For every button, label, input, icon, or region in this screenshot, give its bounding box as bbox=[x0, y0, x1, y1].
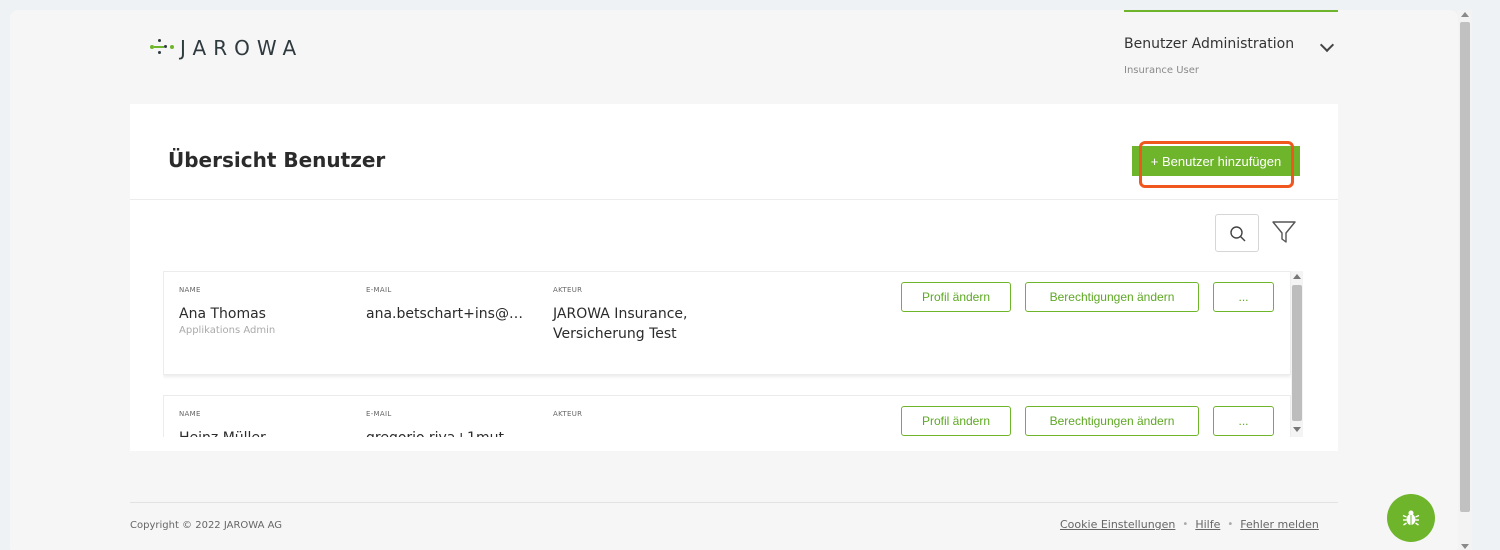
search-button[interactable] bbox=[1215, 214, 1259, 252]
scroll-down-icon[interactable] bbox=[1293, 427, 1301, 432]
scroll-up-icon[interactable] bbox=[1461, 12, 1469, 17]
help-link[interactable]: Hilfe bbox=[1195, 518, 1220, 531]
user-row: NAME Heinz Müller E-MAIL gregorio.riva+1… bbox=[163, 395, 1291, 437]
edit-profile-button[interactable]: Profil ändern bbox=[901, 282, 1011, 312]
chevron-down-icon[interactable] bbox=[1319, 37, 1335, 53]
list-scrollbar[interactable] bbox=[1291, 271, 1303, 437]
page-title: Übersicht Benutzer bbox=[168, 148, 386, 172]
scrollbar-thumb[interactable] bbox=[1292, 285, 1302, 421]
email-label: E-MAIL bbox=[366, 286, 392, 294]
filter-button[interactable] bbox=[1270, 218, 1298, 248]
user-row: NAME Ana Thomas Applikations Admin E-MAI… bbox=[163, 271, 1291, 375]
edit-permissions-button[interactable]: Berechtigungen ändern bbox=[1025, 282, 1199, 312]
scroll-down-icon[interactable] bbox=[1461, 544, 1469, 549]
user-actor: JAROWA Insurance, Versicherung Test bbox=[553, 306, 688, 342]
logo-text: JAROWA bbox=[180, 36, 304, 60]
edit-permissions-button[interactable]: Berechtigungen ändern bbox=[1025, 406, 1199, 436]
name-label: NAME bbox=[179, 286, 201, 294]
logo-mark-icon bbox=[150, 37, 176, 59]
copyright: Copyright © 2022 JAROWA AG bbox=[130, 520, 283, 531]
bug-icon bbox=[1402, 510, 1420, 526]
user-name: Ana Thomas bbox=[179, 306, 266, 322]
users-card: Übersicht Benutzer + Benutzer hinzufügen… bbox=[130, 104, 1338, 451]
card-header: Übersicht Benutzer + Benutzer hinzufügen bbox=[130, 104, 1338, 200]
report-error-link[interactable]: Fehler melden bbox=[1240, 518, 1319, 531]
user-role: Insurance User bbox=[1124, 65, 1200, 76]
user-email: ana.betschart+ins@j... bbox=[366, 306, 526, 322]
footer-links: Cookie Einstellungen • Hilfe • Fehler me… bbox=[1060, 518, 1319, 531]
user-menu[interactable]: Benutzer Administration Insurance User bbox=[1124, 10, 1338, 80]
email-label: E-MAIL bbox=[366, 410, 392, 418]
filter-icon bbox=[1272, 221, 1296, 243]
actor-label: AKTEUR bbox=[553, 286, 583, 294]
footer-separator: • bbox=[1227, 519, 1234, 530]
edit-profile-button[interactable]: Profil ändern bbox=[901, 406, 1011, 436]
user-role-text: Applikations Admin bbox=[179, 325, 276, 336]
bug-report-button[interactable] bbox=[1387, 494, 1435, 542]
footer-divider bbox=[130, 502, 1338, 503]
search-icon bbox=[1230, 226, 1246, 242]
cookie-settings-link[interactable]: Cookie Einstellungen bbox=[1060, 518, 1175, 531]
footer-separator: • bbox=[1182, 519, 1189, 530]
jarowa-logo[interactable]: JAROWA bbox=[150, 33, 303, 63]
scroll-up-icon[interactable] bbox=[1293, 274, 1301, 279]
user-name: Heinz Müller bbox=[179, 428, 266, 437]
user-list: NAME Ana Thomas Applikations Admin E-MAI… bbox=[163, 271, 1291, 437]
more-actions-button[interactable]: ... bbox=[1213, 406, 1274, 436]
user-menu-title: Benutzer Administration bbox=[1124, 36, 1295, 52]
name-label: NAME bbox=[179, 410, 201, 418]
user-email: gregorio.riva+1mutu... bbox=[366, 428, 526, 437]
add-user-button[interactable]: + Benutzer hinzufügen bbox=[1132, 146, 1300, 176]
more-actions-button[interactable]: ... bbox=[1213, 282, 1274, 312]
window-scrollbar[interactable] bbox=[1458, 10, 1472, 550]
actor-label: AKTEUR bbox=[553, 410, 583, 418]
scrollbar-thumb[interactable] bbox=[1460, 22, 1470, 512]
